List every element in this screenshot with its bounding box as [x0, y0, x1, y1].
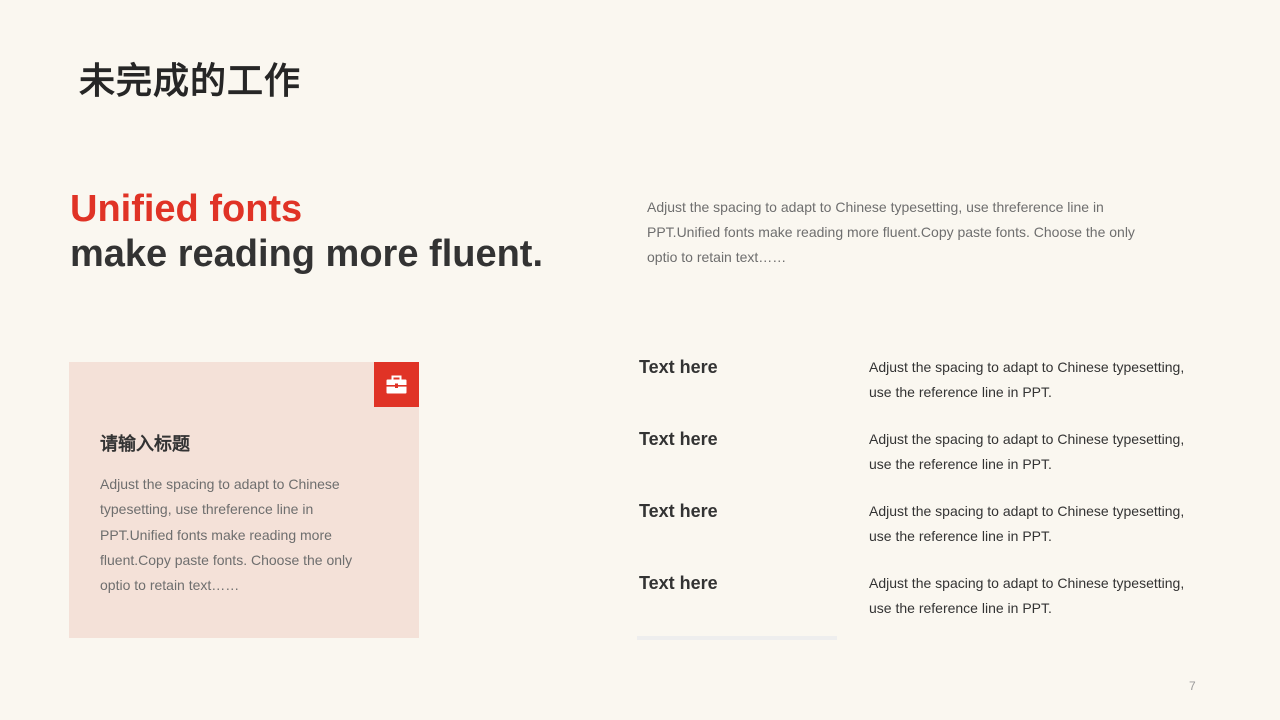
- list-divider: [637, 636, 837, 640]
- list-item: Text here Adjust the spacing to adapt to…: [639, 427, 1199, 499]
- list-item: Text here Adjust the spacing to adapt to…: [639, 355, 1199, 427]
- headline-accent: Unified fonts: [70, 188, 303, 230]
- page-number: 7: [1189, 679, 1196, 693]
- toolbox-icon: [386, 375, 407, 394]
- list-item-desc: Adjust the spacing to adapt to Chinese t…: [869, 359, 1185, 400]
- card-badge: [374, 362, 419, 407]
- list-item-title: Text here: [639, 573, 718, 593]
- card-body: Adjust the spacing to adapt to Chinese t…: [100, 476, 353, 594]
- list-item-desc: Adjust the spacing to adapt to Chinese t…: [869, 431, 1185, 472]
- list-item: Text here Adjust the spacing to adapt to…: [639, 499, 1199, 571]
- list-item: Text here Adjust the spacing to adapt to…: [639, 571, 1199, 643]
- list-item-desc: Adjust the spacing to adapt to Chinese t…: [869, 503, 1185, 544]
- headline-main: make reading more fluent.: [70, 233, 544, 275]
- list-item-desc: Adjust the spacing to adapt to Chinese t…: [869, 575, 1185, 616]
- list-item-title: Text here: [639, 429, 718, 449]
- text-list: Text here Adjust the spacing to adapt to…: [639, 355, 1199, 643]
- info-card: 请输入标题 Adjust the spacing to adapt to Chi…: [69, 362, 419, 638]
- list-item-title: Text here: [639, 501, 718, 521]
- card-title: 请输入标题: [100, 434, 190, 455]
- intro-paragraph: Adjust the spacing to adapt to Chinese t…: [647, 199, 1135, 265]
- list-item-title: Text here: [639, 357, 718, 377]
- page-title: 未完成的工作: [79, 61, 302, 102]
